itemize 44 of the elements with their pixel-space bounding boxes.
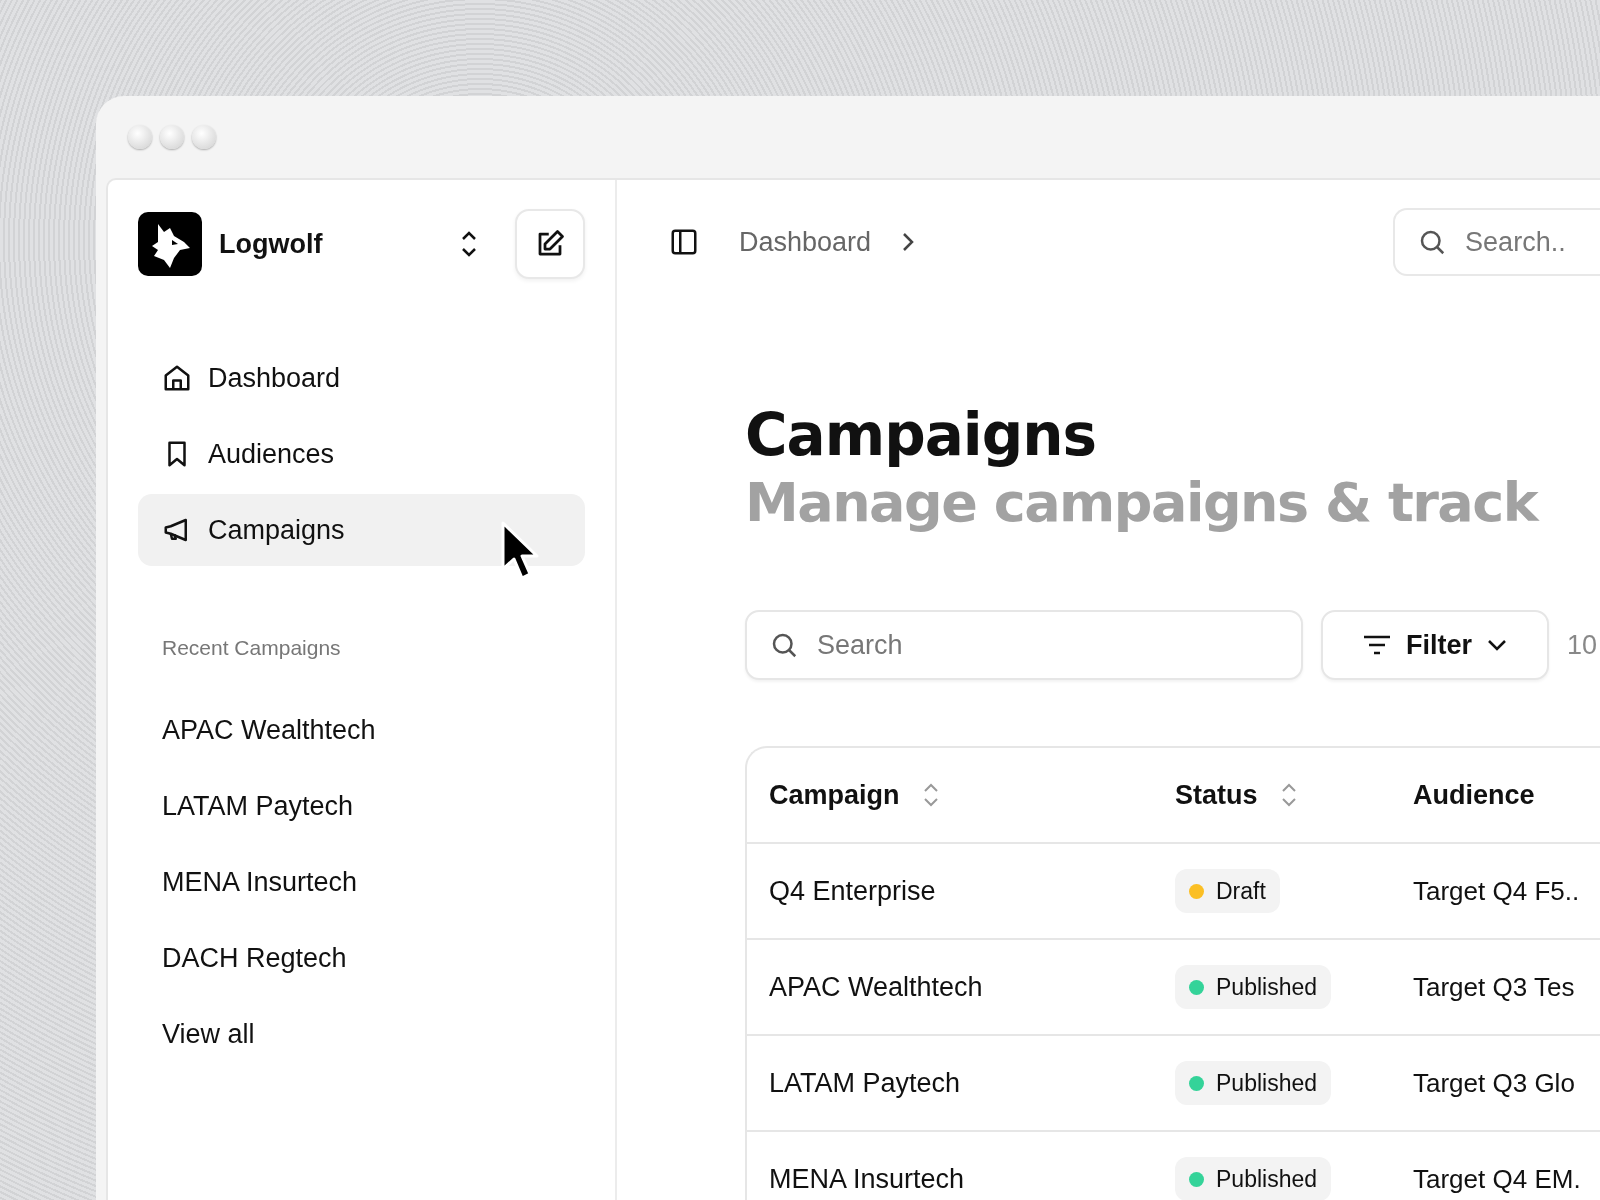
nav-item[interactable]: Audiences: [138, 418, 585, 490]
sidebar-toggle-icon[interactable]: [669, 227, 699, 257]
status-badge: Published: [1175, 1157, 1332, 1200]
campaign-cell-text: Q4 Enterprise: [769, 875, 937, 907]
nav-item[interactable]: Campaigns: [138, 494, 585, 566]
window-control[interactable]: [160, 125, 184, 149]
audience-cell-text: Target Q3 Tes: [1413, 971, 1576, 1003]
page-subtitle: Manage campaigns & track: [745, 470, 1540, 536]
edit-button[interactable]: [515, 209, 585, 279]
search-field[interactable]: Search: [745, 610, 1303, 680]
home-icon: [162, 363, 192, 393]
column-header: Campaign: [769, 779, 900, 811]
view-all-link[interactable]: View all: [138, 996, 585, 1072]
recent-campaign-link[interactable]: LATAM Paytech: [138, 768, 585, 844]
global-search-field[interactable]: Search..: [1393, 208, 1600, 276]
chevron-down-icon: [1486, 638, 1508, 652]
recent-campaign-link[interactable]: DACH Regtech: [138, 920, 585, 996]
campaign-cell-text: LATAM Paytech: [769, 1067, 962, 1099]
recent-campaign-link[interactable]: APAC Wealthtech: [138, 692, 585, 768]
wolf-logo: [138, 212, 202, 276]
page-title: Campaigns: [745, 402, 1097, 468]
status-badge: Published: [1175, 965, 1332, 1009]
status-badge: Draft: [1175, 869, 1280, 913]
toolbar-text: 10: [1567, 629, 1598, 661]
sort-icon[interactable]: [921, 781, 940, 809]
audience-cell-text: Target Q4 EM.: [1413, 1163, 1582, 1195]
nav-item[interactable]: Dashboard: [138, 342, 585, 414]
window-control[interactable]: [128, 125, 152, 149]
column-header: Status: [1175, 779, 1258, 811]
filter-button[interactable]: Filter: [1321, 610, 1549, 680]
status-badge: Published: [1175, 1061, 1332, 1105]
campaign-cell-text: APAC Wealthtech: [769, 971, 984, 1003]
breadcrumb-link[interactable]: Dashboard: [739, 226, 872, 258]
recent-campaign-link[interactable]: MENA Insurtech: [138, 844, 585, 920]
campaign-cell-text: MENA Insurtech: [769, 1163, 966, 1195]
audience-cell-text: Target Q4 F5..: [1413, 875, 1581, 907]
window-control[interactable]: [192, 125, 216, 149]
column-header: Audience: [1413, 779, 1535, 811]
sort-icon[interactable]: [1279, 781, 1298, 809]
chevron-right-icon: [901, 231, 916, 253]
audience-cell-text: Target Q3 Glo: [1413, 1067, 1576, 1099]
workspace-name: Logwolf: [219, 228, 324, 260]
section-heading: Recent Campaigns: [161, 636, 342, 661]
chevron-updown-icon[interactable]: [459, 229, 479, 259]
